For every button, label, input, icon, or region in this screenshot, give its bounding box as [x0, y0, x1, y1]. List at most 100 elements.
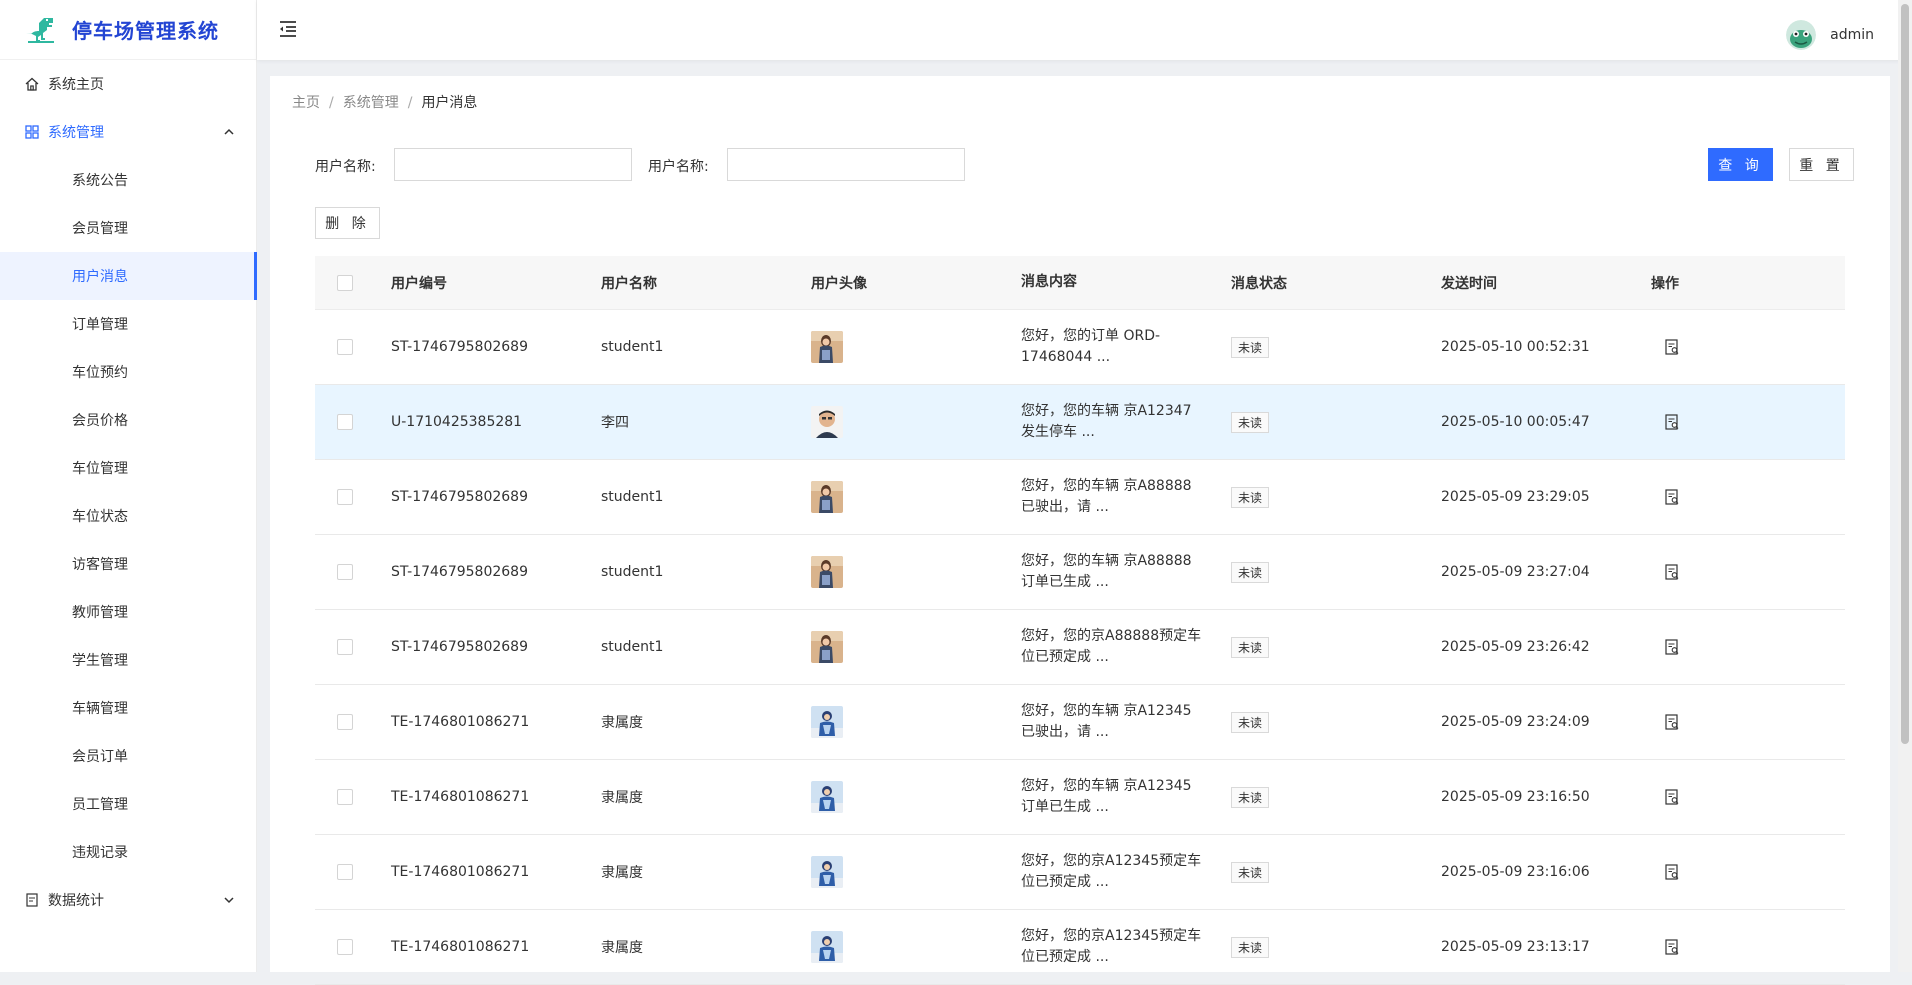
- query-button[interactable]: 查 询: [1708, 148, 1773, 181]
- user-avatar-image[interactable]: [811, 406, 843, 438]
- view-detail-icon[interactable]: [1663, 788, 1681, 806]
- scrollbar-thumb[interactable]: [1901, 4, 1909, 744]
- column-header-time[interactable]: 发送时间: [1441, 273, 1651, 293]
- content-card: 主页 / 系统管理 / 用户消息 用户名称: 用户名称: 查 询 重 置 删 除 用户编…: [270, 76, 1890, 985]
- view-detail-icon[interactable]: [1663, 863, 1681, 881]
- cell-user-id: TE-1746801086271: [391, 789, 530, 805]
- page-scrollbar[interactable]: [1898, 0, 1912, 972]
- user-avatar-image[interactable]: [811, 781, 843, 813]
- sidebar-item-member-price[interactable]: 会员价格: [0, 396, 256, 444]
- chevron-up-icon: [224, 128, 234, 135]
- user-avatar-image[interactable]: [811, 931, 843, 963]
- column-header-status[interactable]: 消息状态: [1231, 273, 1441, 293]
- delete-button[interactable]: 删 除: [315, 207, 380, 239]
- row-checkbox[interactable]: [337, 864, 353, 880]
- row-checkbox[interactable]: [337, 639, 353, 655]
- menu-collapse-icon[interactable]: [277, 18, 299, 40]
- column-header-message[interactable]: 消息内容: [1021, 272, 1231, 293]
- status-badge: 未读: [1231, 411, 1270, 433]
- cell-user-id: TE-1746801086271: [391, 864, 530, 880]
- breadcrumb: 主页 / 系统管理 / 用户消息: [292, 92, 477, 112]
- message-line-1: 您好，您的京A12345预定车: [1021, 928, 1202, 944]
- select-all-checkbox[interactable]: [337, 274, 353, 291]
- sidebar-item-staff[interactable]: 员工管理: [0, 780, 256, 828]
- breadcrumb-home[interactable]: 主页: [292, 95, 320, 111]
- sidebar-item-member-orders[interactable]: 会员订单: [0, 732, 256, 780]
- cell-user-name: 隶属度: [601, 790, 643, 806]
- message-line-2: 位已预定成 ...: [1021, 949, 1109, 965]
- cell-user-name: 隶属度: [601, 940, 643, 956]
- cell-send-time: 2025-05-09 23:26:42: [1441, 639, 1590, 655]
- sidebar-item-teacher[interactable]: 教师管理: [0, 588, 256, 636]
- breadcrumb-system[interactable]: 系统管理: [343, 95, 399, 111]
- menu-home[interactable]: 系统主页: [0, 60, 256, 108]
- sidebar-item-orders[interactable]: 订单管理: [0, 300, 256, 348]
- view-detail-icon[interactable]: [1663, 338, 1681, 356]
- column-header-user-name[interactable]: 用户名称: [601, 273, 811, 293]
- row-checkbox[interactable]: [337, 714, 353, 730]
- sidebar-item-space-management[interactable]: 车位管理: [0, 444, 256, 492]
- sidebar-item-violations[interactable]: 违规记录: [0, 828, 256, 876]
- row-checkbox[interactable]: [337, 489, 353, 505]
- row-checkbox[interactable]: [337, 789, 353, 805]
- reset-button[interactable]: 重 置: [1789, 148, 1854, 181]
- sidebar-item-reservation[interactable]: 车位预约: [0, 348, 256, 396]
- table-row[interactable]: TE-1746801086271 隶属度 您好，您的京A12345预定车 位已预定成 …: [315, 835, 1845, 910]
- user-avatar-image[interactable]: [811, 556, 843, 588]
- cell-message: 您好，您的车辆 京A12347 发生停车 ...: [1021, 401, 1231, 443]
- row-checkbox[interactable]: [337, 339, 353, 355]
- search-input-username-2[interactable]: [727, 148, 965, 181]
- sidebar-item-visitor[interactable]: 访客管理: [0, 540, 256, 588]
- messages-table: 用户编号 用户名称 用户头像 消息内容 消息状态 发送时间 操作 ST-1746…: [315, 256, 1845, 985]
- menu-group-stats[interactable]: 数据统计: [0, 876, 256, 924]
- table-row[interactable]: ST-1746795802689 student1 您好，您的车辆 京A88888 已…: [315, 460, 1845, 535]
- view-detail-icon[interactable]: [1663, 638, 1681, 656]
- sidebar-item-user-messages[interactable]: 用户消息: [0, 252, 257, 300]
- sidebar: 停车场管理系统 系统主页 系统管理 系统公告 会员管理 用户消息 订单管理 车位…: [0, 0, 257, 972]
- user-menu[interactable]: admin: [1786, 20, 1874, 50]
- cell-message: 您好，您的车辆 京A88888 订单已生成 ...: [1021, 551, 1231, 593]
- cell-user-id: U-1710425385281: [391, 414, 523, 430]
- table-row[interactable]: TE-1746801086271 隶属度 您好，您的京A12345预定车 位已预定成 …: [315, 910, 1845, 985]
- table-row[interactable]: U-1710425385281 李四 您好，您的车辆 京A12347 发生停车 ...…: [315, 385, 1845, 460]
- user-avatar-image[interactable]: [811, 331, 843, 363]
- cell-user-name: student1: [601, 639, 664, 655]
- menu-group-system[interactable]: 系统管理: [0, 108, 256, 156]
- view-detail-icon[interactable]: [1663, 488, 1681, 506]
- view-detail-icon[interactable]: [1663, 713, 1681, 731]
- app-logo[interactable]: 停车场管理系统: [0, 0, 256, 60]
- user-avatar-image[interactable]: [811, 481, 843, 513]
- message-line-2: 17468044 ...: [1021, 349, 1111, 365]
- menu-group-stats-label: 数据统计: [48, 893, 104, 909]
- user-avatar-image[interactable]: [811, 706, 843, 738]
- row-checkbox[interactable]: [337, 939, 353, 955]
- user-avatar-image[interactable]: [811, 856, 843, 888]
- column-header-avatar[interactable]: 用户头像: [811, 273, 1021, 293]
- table-row[interactable]: ST-1746795802689 student1 您好，您的车辆 京A88888 订…: [315, 535, 1845, 610]
- table-row[interactable]: ST-1746795802689 student1 您好，您的订单 ORD- 1746…: [315, 310, 1845, 385]
- column-header-user-id[interactable]: 用户编号: [391, 273, 601, 293]
- user-avatar-image[interactable]: [811, 631, 843, 663]
- row-checkbox[interactable]: [337, 414, 353, 430]
- view-detail-icon[interactable]: [1663, 938, 1681, 956]
- table-body: ST-1746795802689 student1 您好，您的订单 ORD- 1746…: [315, 310, 1845, 985]
- sidebar-item-announcement[interactable]: 系统公告: [0, 156, 256, 204]
- table-row[interactable]: TE-1746801086271 隶属度 您好，您的车辆 京A12345 订单已生成 …: [315, 760, 1845, 835]
- sidebar-item-member[interactable]: 会员管理: [0, 204, 256, 252]
- table-row[interactable]: ST-1746795802689 student1 您好，您的京A88888预定车位…: [315, 610, 1845, 685]
- view-detail-icon[interactable]: [1663, 413, 1681, 431]
- message-line-1: 您好，您的京A88888预定车: [1021, 628, 1202, 644]
- sidebar-item-student[interactable]: 学生管理: [0, 636, 256, 684]
- message-line-1: 您好，您的车辆 京A88888: [1021, 553, 1192, 569]
- row-checkbox[interactable]: [337, 564, 353, 580]
- cell-send-time: 2025-05-09 23:16:06: [1441, 864, 1590, 880]
- table-row[interactable]: TE-1746801086271 隶属度 您好，您的车辆 京A12345 已驶出，请 …: [315, 685, 1845, 760]
- sidebar-item-vehicle[interactable]: 车辆管理: [0, 684, 256, 732]
- search-form: 用户名称: 用户名称: 查 询 重 置: [315, 148, 1854, 182]
- cell-send-time: 2025-05-10 00:52:31: [1441, 339, 1590, 355]
- search-input-username-1[interactable]: [394, 148, 632, 181]
- view-detail-icon[interactable]: [1663, 563, 1681, 581]
- status-badge: 未读: [1231, 936, 1270, 958]
- sidebar-item-space-status[interactable]: 车位状态: [0, 492, 256, 540]
- column-header-actions: 操作: [1651, 275, 1679, 292]
